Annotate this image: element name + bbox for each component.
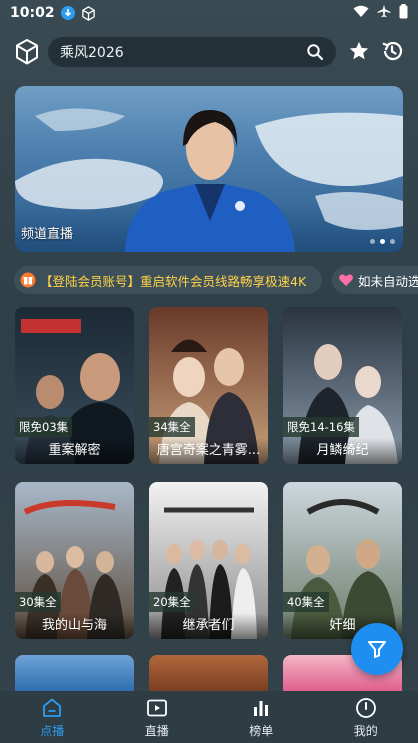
carousel-dot[interactable]: [390, 239, 395, 244]
show-card[interactable]: 限免03集 重案解密: [15, 307, 134, 464]
notice-text: 【登陆会员账号】重启软件会员线路畅享极速4K: [40, 273, 307, 289]
episode-badge: 30集全: [15, 592, 61, 612]
episode-badge: 34集全: [149, 417, 195, 437]
chart-icon: [254, 700, 269, 716]
status-right: [353, 3, 408, 23]
gift-icon: [20, 272, 36, 288]
notice-chip[interactable]: 如未自动选: [332, 266, 418, 294]
search-icon[interactable]: [306, 43, 324, 61]
show-card[interactable]: 30集全 我的山与海: [15, 482, 134, 639]
tab-vod[interactable]: 点播: [0, 691, 105, 743]
history-icon: [382, 41, 403, 61]
banner-image: [15, 108, 403, 252]
play-icon: [146, 699, 167, 716]
download-icon: [60, 6, 75, 20]
show-title: 月鳞绮纪: [283, 438, 402, 464]
search-query[interactable]: 乘风2026: [60, 42, 306, 62]
search-input[interactable]: 乘风2026: [48, 37, 336, 67]
history-button[interactable]: [380, 39, 404, 63]
favorites-button[interactable]: [348, 40, 370, 62]
battery-icon: [399, 3, 408, 23]
episode-badge: 限免14-16集: [283, 417, 359, 437]
heart-icon: [339, 274, 353, 286]
filter-button[interactable]: [351, 623, 403, 675]
notice-marquee: 【登陆会员账号】重启软件会员线路畅享极速4K 如未自动选: [0, 266, 418, 294]
notice-chip[interactable]: 【登陆会员账号】重启软件会员线路畅享极速4K: [14, 266, 322, 294]
episode-badge: 40集全: [283, 592, 329, 612]
profile-icon: [355, 697, 376, 718]
tab-label: 我的: [353, 723, 378, 738]
carousel-dot[interactable]: [370, 239, 375, 244]
tab-live[interactable]: 直播: [105, 691, 210, 743]
show-title: 继承者们: [149, 613, 268, 639]
show-title: 唐宫奇案之青雾...: [149, 438, 268, 464]
top-bar: 乘风2026: [0, 34, 418, 70]
carousel-dot-active[interactable]: [380, 239, 385, 244]
show-card-partial[interactable]: [15, 655, 134, 691]
episode-badge: 20集全: [149, 592, 195, 612]
airplane-icon: [377, 4, 391, 22]
show-title: 我的山与海: [15, 613, 134, 639]
wifi-icon: [353, 5, 369, 22]
cube-status-icon: [81, 5, 96, 21]
show-card[interactable]: 34集全 唐宫奇案之青雾...: [149, 307, 268, 464]
tab-ranking[interactable]: 榜单: [209, 691, 314, 743]
show-card[interactable]: 40集全 奸细: [283, 482, 402, 639]
carousel-indicator: [370, 239, 395, 244]
status-bar: 10:02: [0, 0, 418, 26]
banner-carousel[interactable]: 频道直播: [15, 86, 403, 252]
cube-icon: [16, 39, 38, 65]
banner-caption: 频道直播: [21, 227, 74, 242]
notice-text: 如未自动选: [358, 273, 418, 289]
episode-badge: 限免03集: [15, 417, 73, 437]
show-card-partial[interactable]: [149, 655, 268, 691]
show-title: 重案解密: [15, 438, 134, 464]
tab-profile[interactable]: 我的: [314, 691, 418, 743]
star-icon: [349, 41, 369, 60]
show-card[interactable]: 限免14-16集 月鳞绮纪: [283, 307, 402, 464]
bottom-tab-bar: 点播 直播 榜单 我的: [0, 691, 418, 743]
filter-icon: [368, 641, 386, 658]
cube-menu-button[interactable]: [14, 38, 40, 66]
show-card[interactable]: 20集全 继承者们: [149, 482, 268, 639]
tab-label: 直播: [144, 723, 169, 738]
home-icon: [43, 698, 62, 717]
status-time: 10:02: [10, 5, 55, 21]
tab-label: 点播: [40, 723, 65, 738]
tab-label: 榜单: [249, 723, 274, 738]
